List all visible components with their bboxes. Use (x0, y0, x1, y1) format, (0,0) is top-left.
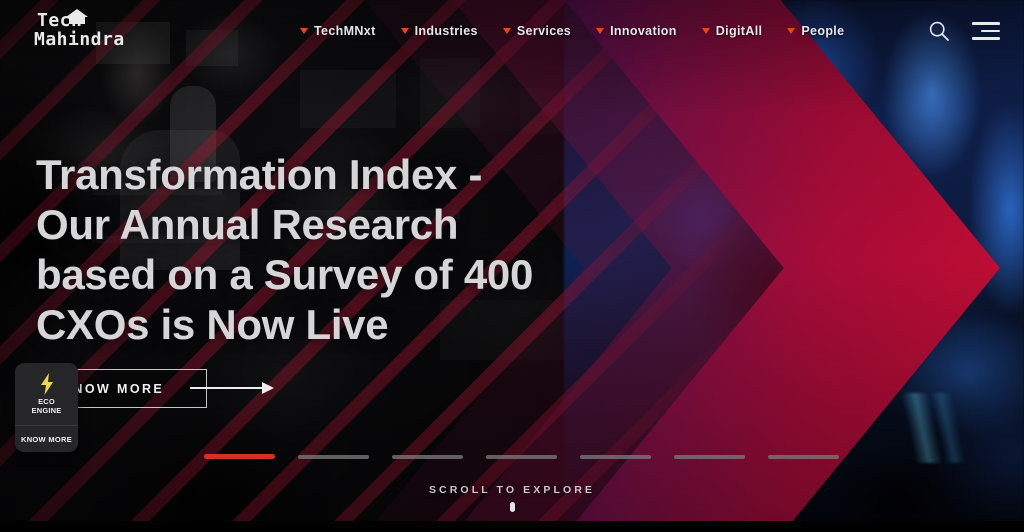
carousel-bar-6[interactable] (674, 454, 745, 459)
scroll-to-explore[interactable]: SCROLL TO EXPLORE (0, 484, 1024, 512)
nav-item-industries[interactable]: Industries (400, 24, 478, 38)
eco-title-line1: ECO (38, 397, 55, 406)
nav-label: Services (516, 24, 572, 38)
hamburger-menu-icon[interactable] (972, 22, 1000, 40)
scroll-hint-label: SCROLL TO EXPLORE (428, 484, 596, 496)
hero-headline: Transformation Index - Our Annual Resear… (36, 150, 656, 350)
brand-logo[interactable]: Tech Mahindra (34, 9, 154, 53)
brand-logo-line2: Mahindra (34, 29, 125, 50)
nav-item-techmnxt[interactable]: TechMNxt (300, 24, 376, 38)
nav-label: TechMNxt (314, 24, 376, 38)
carousel-bar-2[interactable] (298, 454, 369, 459)
headline-line-3: based on a Survey of 400 (36, 251, 534, 298)
caret-down-icon (596, 28, 605, 34)
carousel-pagination (204, 454, 840, 459)
headline-line-4: CXOs is Now Live (36, 301, 389, 348)
caret-down-icon (787, 28, 796, 34)
nav-label: People (801, 24, 845, 38)
carousel-bar-5[interactable] (580, 454, 651, 459)
nav-item-people[interactable]: People (787, 24, 844, 38)
eco-engine-title: ECO ENGINE (32, 397, 62, 415)
carousel-bar-4[interactable] (486, 454, 557, 459)
header-icon-group (928, 0, 1000, 62)
caret-down-icon (300, 28, 308, 34)
hamburger-line (972, 37, 1000, 40)
nav-label: DigitAll (715, 24, 763, 38)
search-icon[interactable] (928, 20, 950, 42)
caret-down-icon (701, 28, 710, 34)
nav-label: Innovation (610, 24, 677, 38)
arrow-right-icon (190, 382, 276, 394)
carousel-bar-3[interactable] (392, 454, 463, 459)
headline-line-2: Our Annual Research (36, 201, 459, 248)
carousel-bar-7[interactable] (768, 454, 839, 459)
hamburger-line (972, 22, 1000, 25)
caret-down-icon (502, 28, 511, 34)
site-header: Tech Mahindra TechMNxt Industries Servic… (0, 0, 1024, 62)
eco-title-line2: ENGINE (31, 406, 62, 415)
eco-engine-know-more-button[interactable]: KNOW MORE (15, 425, 78, 452)
page-bottom-bar (0, 521, 1024, 532)
eco-engine-header: ECO ENGINE (15, 363, 78, 425)
nav-item-services[interactable]: Services (502, 24, 572, 38)
nav-item-digitall[interactable]: DigitAll (701, 24, 763, 38)
eco-know-more-label: KNOW MORE (20, 434, 73, 444)
page-root: Tech Mahindra TechMNxt Industries Servic… (0, 0, 1024, 532)
carousel-bar-1[interactable] (204, 454, 275, 459)
main-navigation: TechMNxt Industries Services Innovation … (300, 0, 844, 62)
nav-label: Industries (414, 24, 478, 38)
nav-item-innovation[interactable]: Innovation (596, 24, 677, 38)
lightning-bolt-icon (40, 373, 53, 395)
headline-line-1: Transformation Index - (36, 151, 483, 198)
house-roof-icon (66, 9, 88, 24)
caret-down-icon (400, 28, 409, 34)
brand-logo-line1: Tech (37, 10, 83, 31)
mouse-scroll-icon (509, 502, 515, 512)
hamburger-line (981, 29, 1000, 33)
eco-engine-widget[interactable]: ECO ENGINE KNOW MORE (15, 363, 78, 452)
